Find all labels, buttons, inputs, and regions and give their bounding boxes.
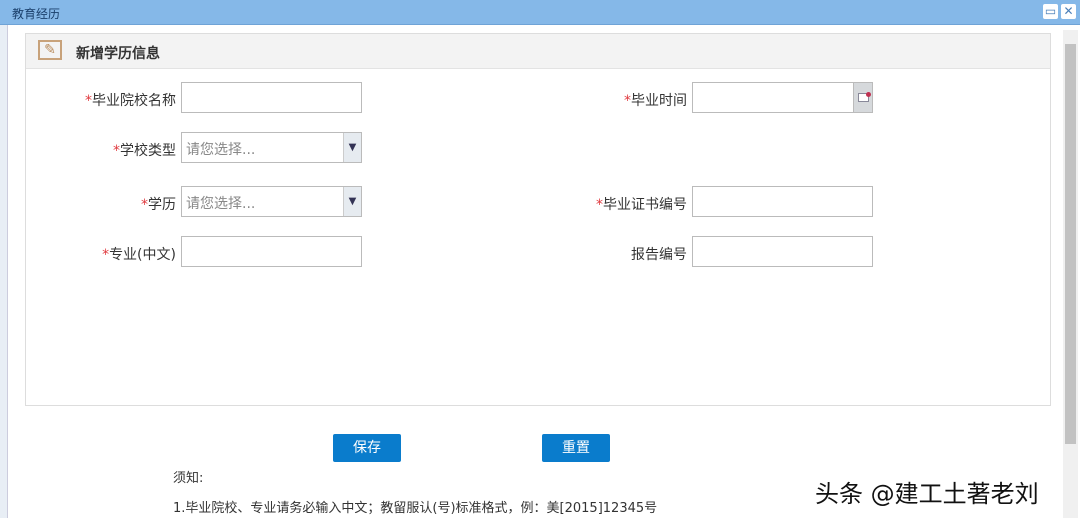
close-icon[interactable]: ✕ — [1061, 4, 1076, 19]
notes-heading: 须知: — [173, 471, 204, 486]
panel-header: ✎ 新增学历信息 — [26, 34, 1050, 69]
window-title: 教育经历 — [12, 7, 61, 21]
grad-time-input[interactable] — [692, 82, 854, 113]
scrollbar-thumb[interactable] — [1065, 44, 1076, 444]
report-no-input[interactable] — [692, 236, 873, 267]
degree-label: *学历 — [141, 197, 176, 213]
chevron-down-icon[interactable]: ▼ — [343, 187, 361, 216]
school-type-label: *学校类型 — [113, 143, 176, 159]
window-titlebar: 教育经历 ▭ ✕ — [0, 0, 1080, 25]
school-name-input[interactable] — [181, 82, 362, 113]
grad-time-label: *毕业时间 — [624, 93, 687, 109]
notes-line: 1.毕业院校、专业请务必输入中文；教留服认(号)标准格式，例：美[2015]12… — [173, 501, 658, 516]
major-input[interactable] — [181, 236, 362, 267]
major-label: *专业(中文) — [102, 247, 176, 263]
calendar-icon[interactable] — [853, 82, 873, 113]
edit-icon: ✎ — [38, 40, 62, 60]
panel-title: 新增学历信息 — [76, 46, 160, 62]
watermark: 头条 @建工土著老刘 — [815, 480, 1039, 508]
save-button[interactable]: 保存 — [333, 434, 401, 462]
report-no-label: 报告编号 — [631, 247, 687, 263]
school-name-label: *毕业院校名称 — [85, 93, 176, 109]
cert-no-input[interactable] — [692, 186, 873, 217]
form-panel: ✎ 新增学历信息 — [25, 33, 1051, 406]
reset-button[interactable]: 重置 — [542, 434, 610, 462]
background-strip — [0, 25, 8, 518]
school-type-select[interactable]: 请您选择... ▼ — [181, 132, 362, 163]
chevron-down-icon[interactable]: ▼ — [343, 133, 361, 162]
maximize-icon[interactable]: ▭ — [1043, 4, 1058, 19]
cert-no-label: *毕业证书编号 — [596, 197, 687, 213]
degree-select[interactable]: 请您选择... ▼ — [181, 186, 362, 217]
